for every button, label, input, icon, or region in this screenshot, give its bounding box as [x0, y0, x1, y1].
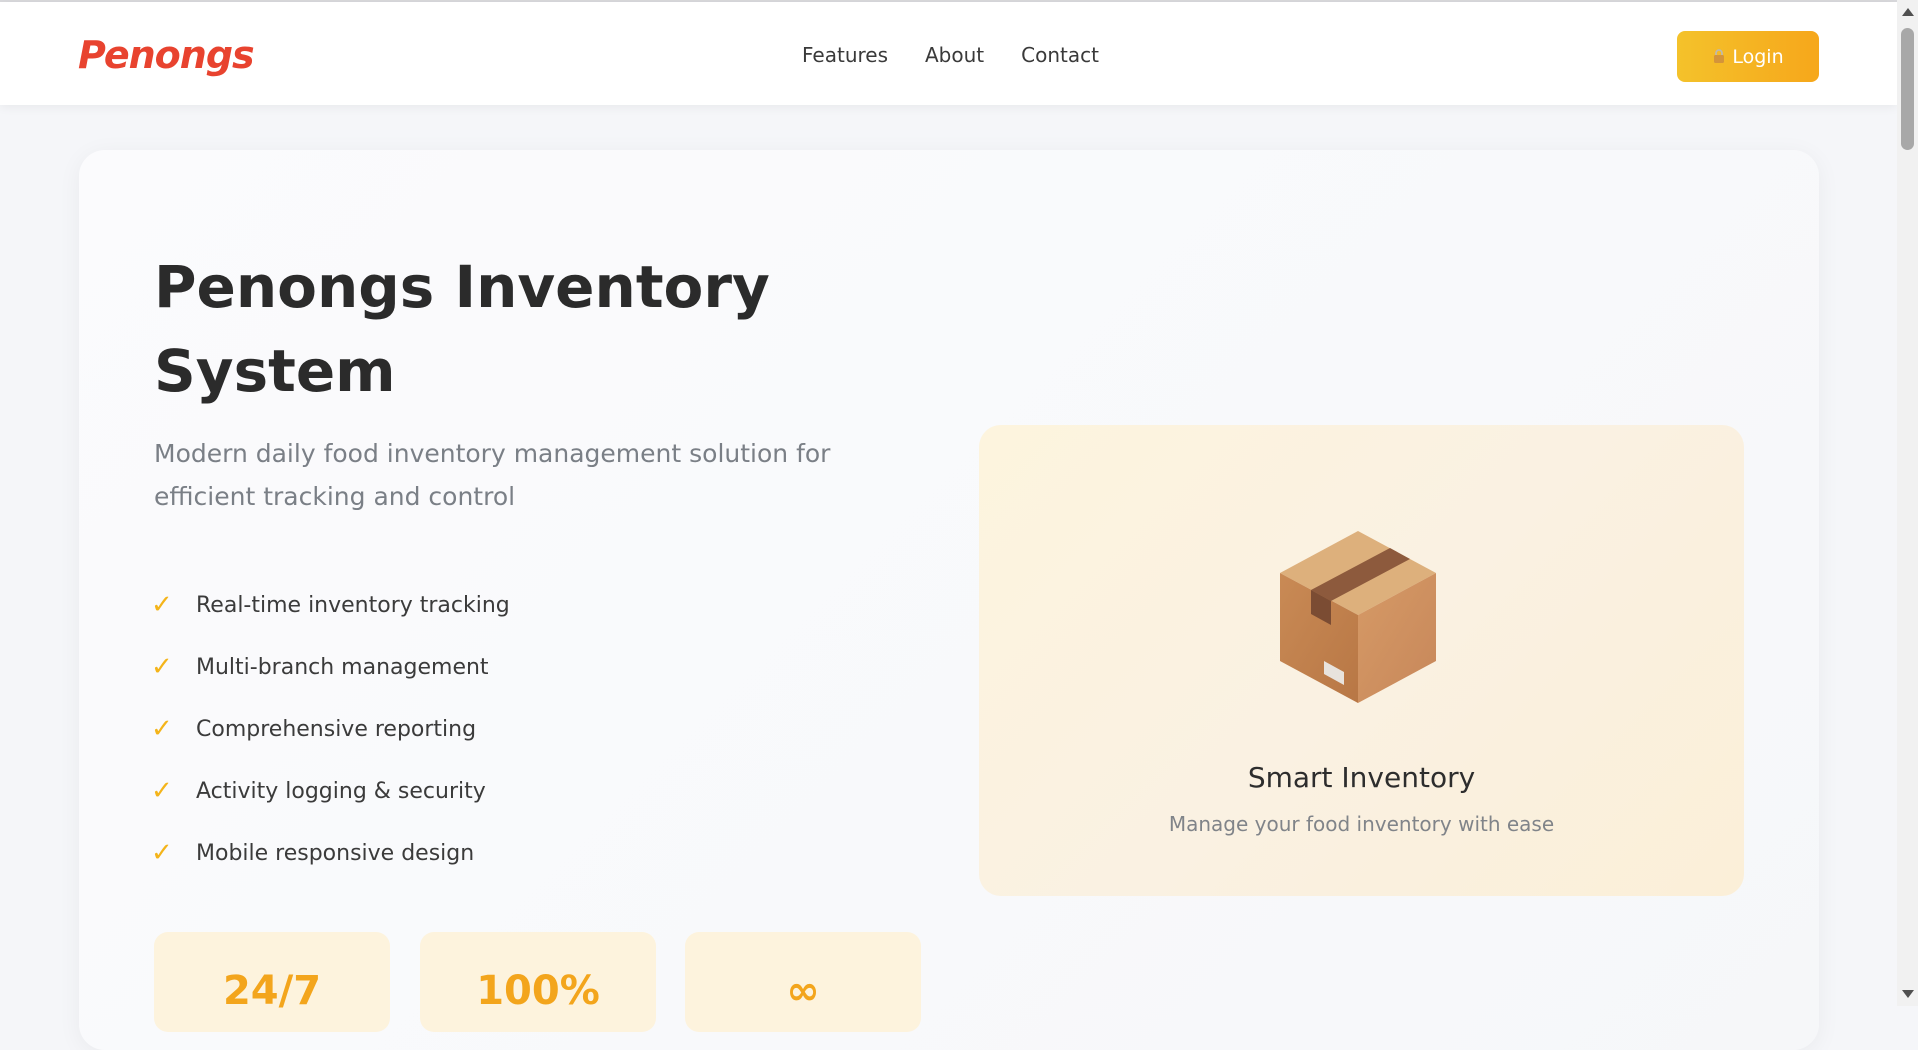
check-icon: ✓ [151, 652, 173, 682]
feature-list: ✓ Real-time inventory tracking ✓ Multi-b… [151, 574, 510, 884]
check-icon: ✓ [151, 776, 173, 806]
feature-item: ✓ Real-time inventory tracking [151, 574, 510, 636]
hero-subtitle: Modern daily food inventory management s… [154, 439, 831, 511]
showcase-card: Smart Inventory Manage your food invento… [979, 425, 1744, 896]
feature-item: ✓ Comprehensive reporting [151, 698, 510, 760]
login-button[interactable]: Login [1677, 31, 1819, 82]
stat-card: ∞ [685, 932, 921, 1032]
nav-links: Features About Contact [802, 43, 1099, 67]
stat-value: 24/7 [222, 968, 322, 1014]
feature-label: Real-time inventory tracking [196, 592, 510, 618]
stat-value: 100% [476, 968, 600, 1014]
box-icon [1280, 531, 1436, 703]
scroll-down-arrow-icon[interactable] [1902, 990, 1914, 998]
check-icon: ✓ [151, 838, 173, 868]
feature-label: Activity logging & security [196, 778, 486, 804]
showcase-title: Smart Inventory [1247, 761, 1476, 794]
feature-label: Comprehensive reporting [196, 716, 477, 742]
vertical-scrollbar[interactable] [1897, 0, 1918, 1006]
stat-card: 100% [420, 932, 656, 1032]
stat-card: 24/7 [154, 932, 390, 1032]
feature-item: ✓ Activity logging & security [151, 760, 510, 822]
check-icon: ✓ [151, 714, 173, 744]
brand-logo[interactable]: Penongs [78, 33, 255, 77]
feature-label: Mobile responsive design [196, 840, 475, 866]
feature-item: ✓ Mobile responsive design [151, 822, 510, 884]
hero-title: Penongs Inventory System [154, 253, 770, 405]
feature-item: ✓ Multi-branch management [151, 636, 510, 698]
nav-link-features[interactable]: Features [802, 43, 888, 67]
navbar: Penongs Features About Contact Login [0, 2, 1897, 105]
scroll-up-arrow-icon[interactable] [1902, 8, 1914, 16]
feature-label: Multi-branch management [196, 654, 489, 680]
lock-icon [1714, 48, 1725, 63]
check-icon: ✓ [151, 590, 173, 620]
stat-value: ∞ [786, 968, 820, 1014]
scrollbar-thumb[interactable] [1901, 28, 1914, 150]
showcase-subtitle: Manage your food inventory with ease [1168, 812, 1555, 836]
login-button-label: Login [1732, 45, 1784, 68]
nav-link-contact[interactable]: Contact [1021, 43, 1099, 67]
nav-link-about[interactable]: About [925, 43, 984, 67]
